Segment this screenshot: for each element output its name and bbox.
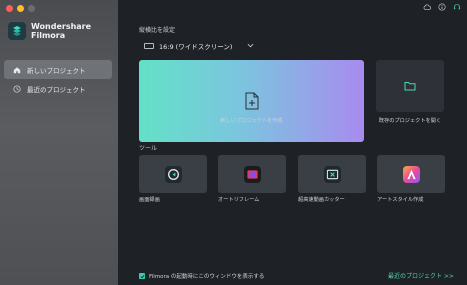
recent-projects-link[interactable]: 最近のプロジェクト >> xyxy=(388,271,454,280)
tool-label: 画面録画 xyxy=(139,197,160,203)
tool-art-style[interactable] xyxy=(377,155,445,193)
new-project-button[interactable] xyxy=(139,60,364,142)
headset-icon[interactable] xyxy=(453,3,461,11)
cloud-icon[interactable] xyxy=(423,3,431,11)
checkmark-icon xyxy=(140,274,144,278)
tool-screen-recorder[interactable] xyxy=(139,155,207,193)
window-controls xyxy=(6,5,35,12)
open-project-button[interactable] xyxy=(376,60,444,112)
aspect-ratio-dropdown[interactable]: 16:9 (ワイドスクリーン) xyxy=(140,38,256,53)
chevron-down-icon xyxy=(247,43,254,48)
header-icons xyxy=(423,3,461,11)
zoom-window-button[interactable] xyxy=(28,5,35,12)
logo-line-2: Filmora xyxy=(31,31,66,40)
show-on-startup-label: Filmora の起動時にこのウィンドウを表示する xyxy=(149,274,265,280)
close-window-button[interactable] xyxy=(6,5,13,12)
sidebar: Wondershare Filmora 新しいプロジェクト 最近のプロジェクト xyxy=(0,0,118,285)
sidebar-item-recent-projects[interactable]: 最近のプロジェクト xyxy=(4,79,112,98)
aspect-ratio-icon xyxy=(144,42,154,49)
new-file-icon xyxy=(245,92,258,110)
show-on-startup-checkbox[interactable] xyxy=(139,273,145,279)
tools-label: ツール xyxy=(139,145,158,152)
auto-reframe-icon xyxy=(243,165,261,183)
app-logo-text: Wondershare Filmora xyxy=(31,22,91,40)
new-project-label: 新しいプロジェクトを作成 xyxy=(220,118,283,124)
clock-icon xyxy=(13,84,21,93)
logo-line-1: Wondershare xyxy=(31,22,92,31)
folder-icon xyxy=(404,82,416,91)
tool-label: オートリフレーム xyxy=(218,197,260,203)
sidebar-item-label: 最近のプロジェクト xyxy=(27,85,86,94)
video-cutter-icon xyxy=(323,165,341,183)
sidebar-item-new-project[interactable]: 新しいプロジェクト xyxy=(4,60,112,79)
sidebar-item-label: 新しいプロジェクト xyxy=(27,66,86,75)
aspect-ratio-value: 16:9 (ワイドスクリーン) xyxy=(159,42,233,51)
show-on-startup-option[interactable]: Filmora の起動時にこのウィンドウを表示する xyxy=(139,272,264,280)
tool-label: アートスタイル作成 xyxy=(377,197,424,203)
minimize-window-button[interactable] xyxy=(17,5,24,12)
open-project-label: 既存のプロジェクトを開く xyxy=(378,118,442,124)
tool-video-cutter[interactable] xyxy=(298,155,366,193)
home-icon xyxy=(13,66,21,73)
tool-label: 超高速動画カッター xyxy=(298,197,345,203)
aspect-ratio-label: 縦横比を設定 xyxy=(139,27,176,34)
art-style-icon xyxy=(402,165,420,183)
filmora-logo-icon xyxy=(8,22,26,40)
info-icon[interactable] xyxy=(438,3,446,11)
tool-auto-reframe[interactable] xyxy=(218,155,286,193)
screen-record-icon xyxy=(164,165,182,183)
